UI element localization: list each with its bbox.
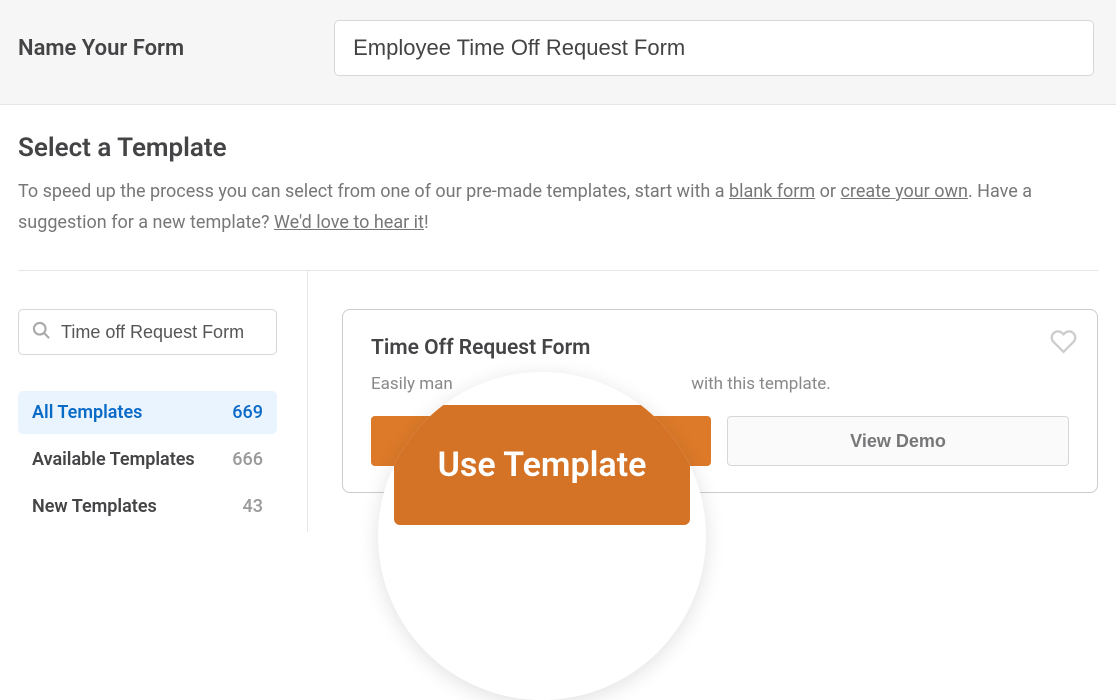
form-name-label: Name Your Form: [18, 36, 184, 61]
search-icon: [31, 320, 51, 344]
template-search[interactable]: [18, 309, 277, 355]
filter-all-templates[interactable]: All Templates 669: [18, 391, 277, 434]
desc-text: To speed up the process you can select f…: [18, 181, 729, 202]
desc-text: or: [815, 181, 840, 202]
feedback-link[interactable]: We'd love to hear it: [274, 212, 424, 233]
form-name-input[interactable]: [334, 20, 1094, 76]
zoom-magnifier: Use Template: [378, 372, 706, 700]
filter-count: 669: [232, 402, 263, 423]
template-sidebar: All Templates 669 Available Templates 66…: [18, 271, 308, 532]
filter-count: 666: [232, 449, 263, 470]
create-your-own-link[interactable]: create your own: [841, 181, 968, 202]
desc-right: with this template.: [691, 374, 831, 394]
filter-new-templates[interactable]: New Templates 43: [18, 485, 277, 528]
filter-count: 43: [243, 496, 263, 517]
view-demo-button[interactable]: View Demo: [727, 416, 1069, 466]
template-title: Time Off Request Form: [371, 336, 1069, 360]
desc-left: Easily man: [371, 374, 453, 394]
use-template-zoomed: Use Template: [394, 405, 690, 525]
select-template-description: To speed up the process you can select f…: [18, 177, 1098, 238]
filter-list: All Templates 669 Available Templates 66…: [18, 391, 277, 528]
blank-form-link[interactable]: blank form: [729, 181, 815, 202]
select-template-heading: Select a Template: [18, 133, 1098, 163]
search-input[interactable]: [61, 322, 264, 343]
filter-label: New Templates: [32, 496, 157, 517]
filter-label: Available Templates: [32, 449, 195, 470]
desc-text: !: [424, 212, 429, 233]
heart-icon[interactable]: [1050, 328, 1077, 359]
filter-available-templates[interactable]: Available Templates 666: [18, 438, 277, 481]
filter-label: All Templates: [32, 402, 142, 423]
